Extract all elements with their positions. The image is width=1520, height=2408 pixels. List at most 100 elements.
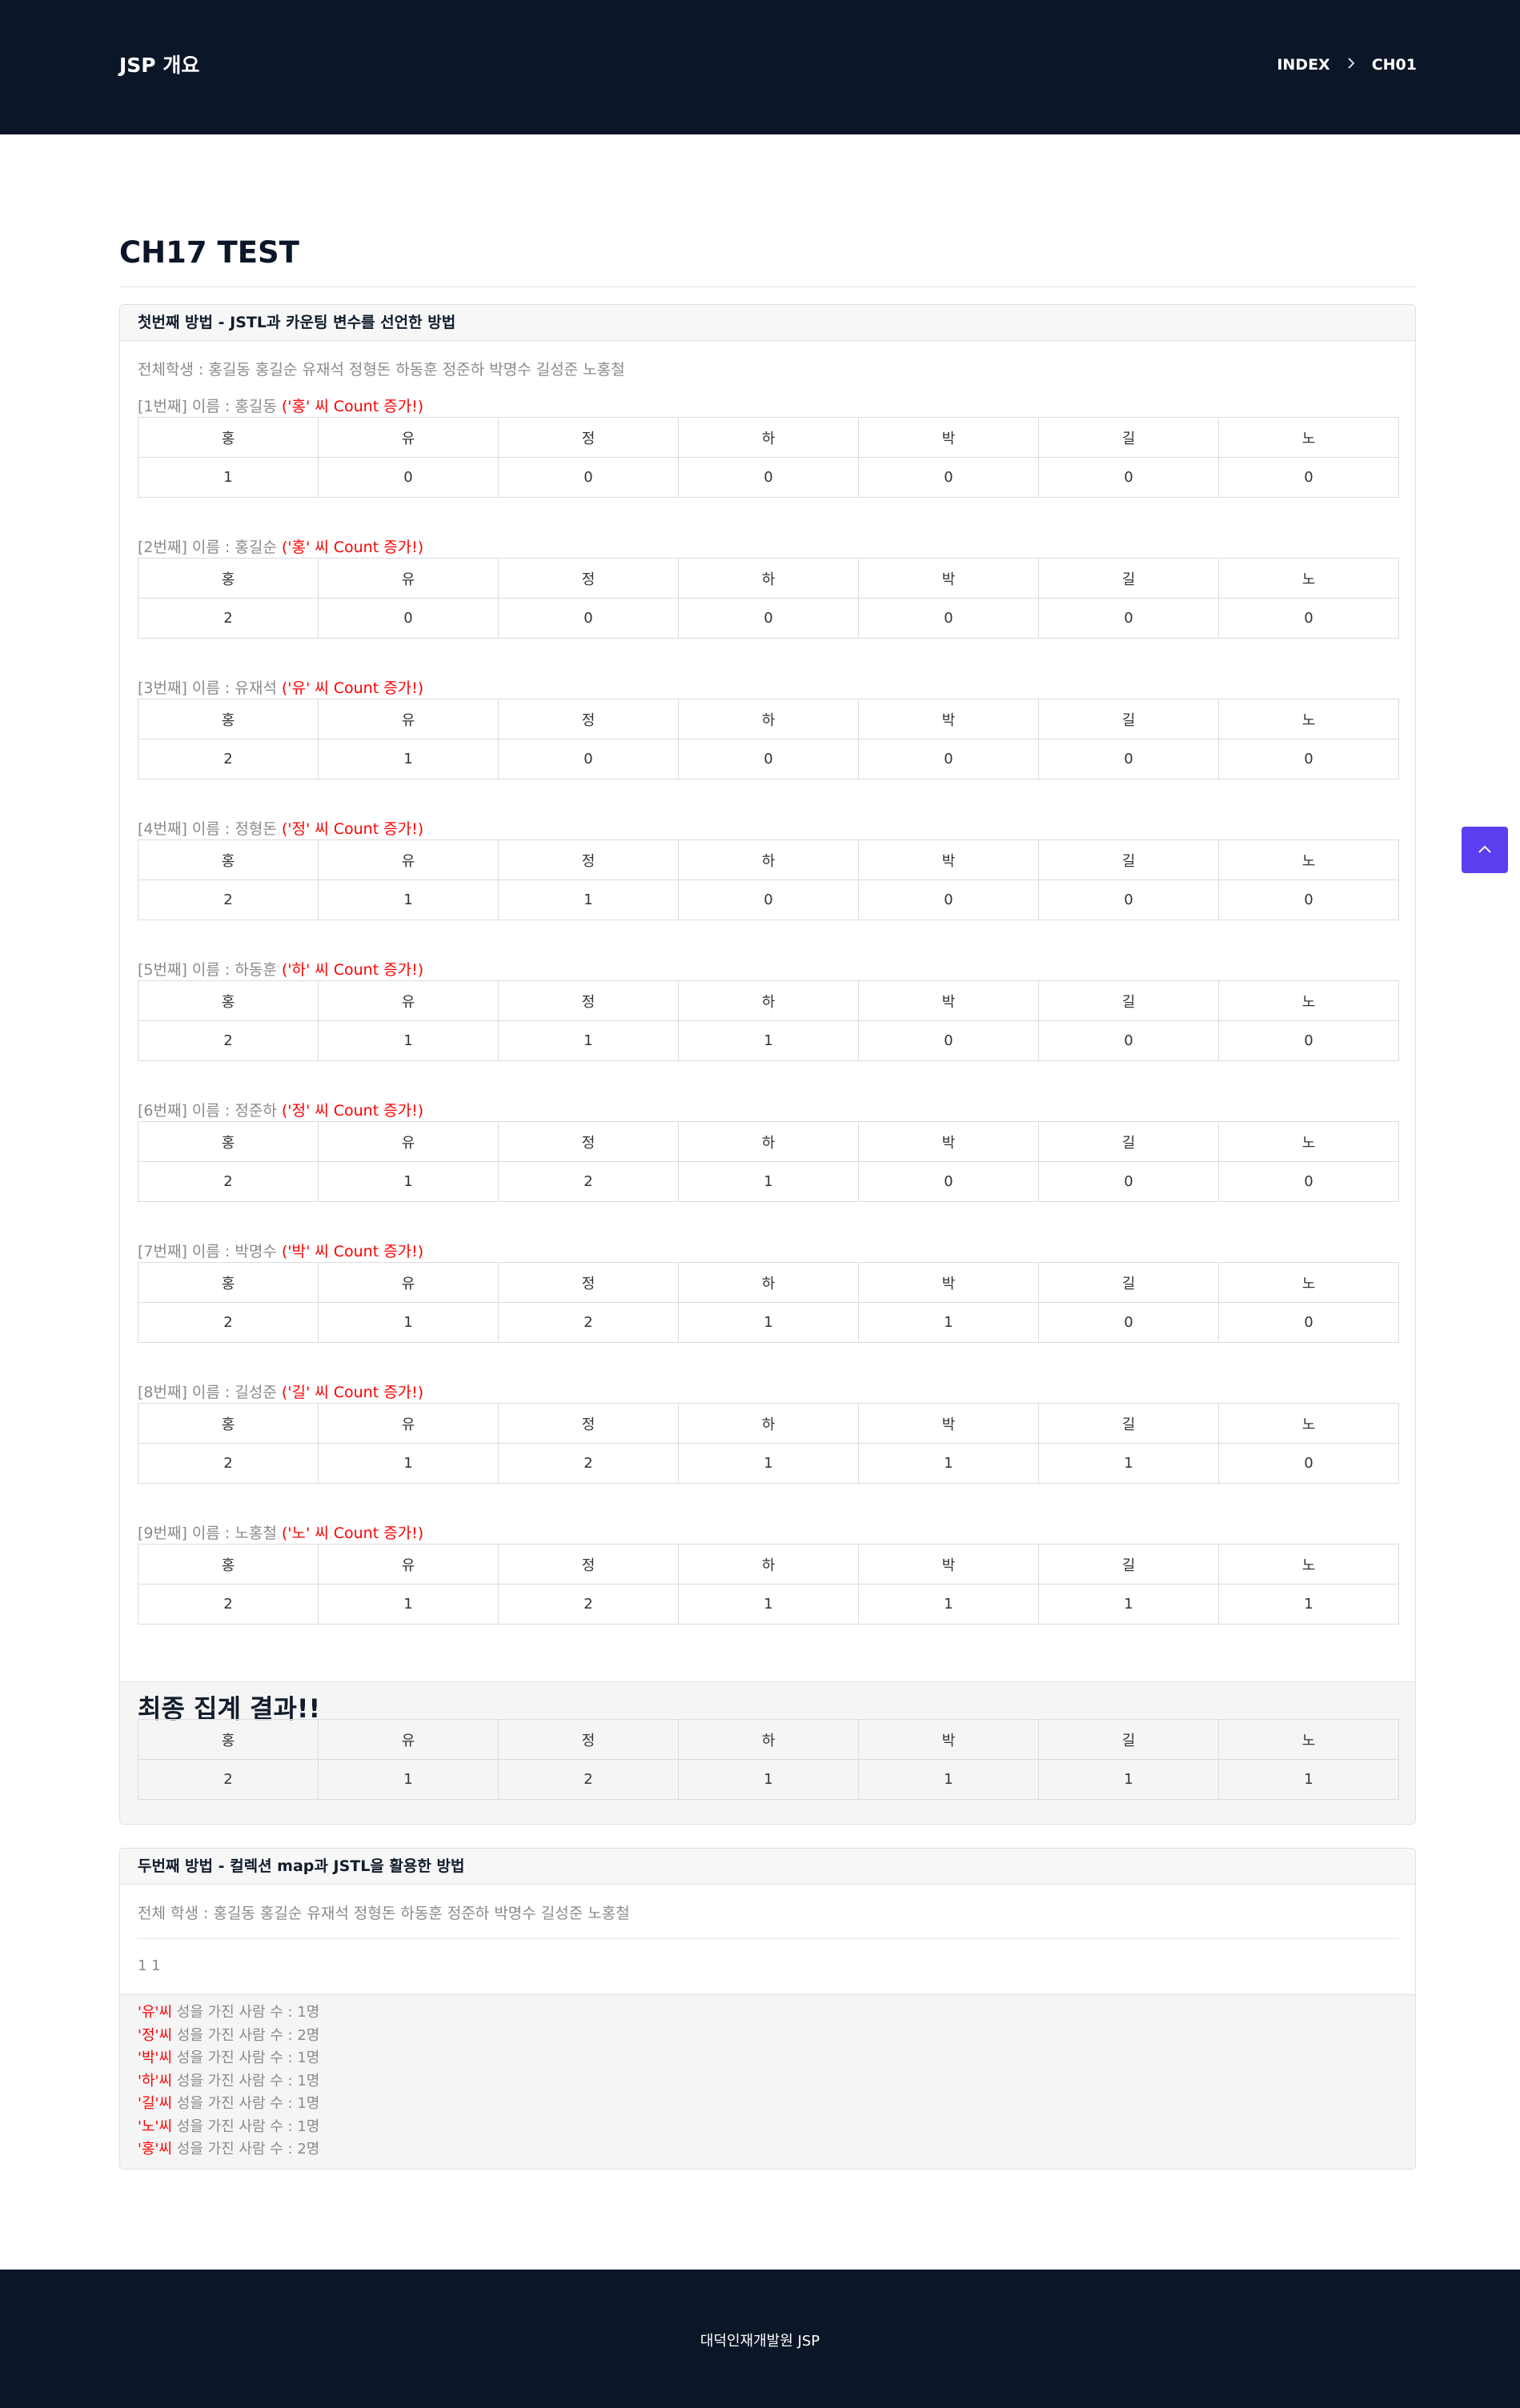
- column-header: 유: [318, 1544, 499, 1585]
- count-cell: 2: [138, 739, 319, 779]
- column-header: 길: [1038, 1719, 1219, 1760]
- method-one-card: 첫번째 방법 - JSTL과 카운팅 변수를 선언한 방법 전체학생 : 홍길동…: [119, 304, 1416, 1825]
- column-header: 유: [318, 417, 499, 458]
- step-label: [8번째] 이름 : 길성준 ('길' 씨 Count 증가!): [138, 1382, 1399, 1403]
- scroll-top-button[interactable]: [1462, 827, 1508, 873]
- count-cell: 1: [318, 739, 499, 779]
- count-table: 홍유정하박길노2121000: [138, 1121, 1399, 1202]
- step-label: [6번째] 이름 : 정준하 ('정' 씨 Count 증가!): [138, 1100, 1399, 1121]
- count-cell: 0: [858, 1161, 1039, 1202]
- count-cell: 0: [1218, 1020, 1399, 1061]
- list-item: '길'씨 성을 가진 사람 수 : 1명: [138, 2093, 1399, 2116]
- column-header: 유: [318, 1403, 499, 1444]
- step-label: [4번째] 이름 : 정형돈 ('정' 씨 Count 증가!): [138, 819, 1399, 839]
- table-header-row: 홍유정하박길노: [138, 1544, 1399, 1585]
- step-name: [6번째] 이름 : 정준하: [138, 1102, 277, 1120]
- step-name: [5번째] 이름 : 하동훈: [138, 961, 277, 979]
- table-row: 2121100: [138, 1302, 1399, 1343]
- count-cell: 0: [858, 598, 1039, 639]
- column-header: 길: [1038, 1262, 1219, 1303]
- count-cell: 1: [1218, 1759, 1399, 1800]
- column-header: 길: [1038, 1544, 1219, 1585]
- step-label: [9번째] 이름 : 노홍철 ('노' 씨 Count 증가!): [138, 1523, 1399, 1544]
- count-cell: 1: [318, 1161, 499, 1202]
- count-table: 홍유정하박길노2111000: [138, 980, 1399, 1061]
- divider: [138, 1938, 1399, 1939]
- count-cell: 0: [1218, 598, 1399, 639]
- count-cell: 1: [678, 1759, 859, 1800]
- column-header: 정: [498, 699, 679, 739]
- count-table: 홍유정하박길노2121100: [138, 1262, 1399, 1343]
- count-step: [7번째] 이름 : 박명수 ('박' 씨 Count 증가!) 홍 유 정 하 박 길 노 2…: [138, 1241, 1399, 1343]
- column-header: 박: [858, 839, 1039, 880]
- table-header-row: 홍유정하박길노: [138, 1403, 1399, 1444]
- breadcrumb-index[interactable]: INDEX: [1277, 56, 1329, 74]
- step-name: [9번째] 이름 : 노홍철: [138, 1525, 277, 1542]
- column-header: 길: [1038, 1121, 1219, 1162]
- column-header: 하: [678, 558, 859, 599]
- column-header: 하: [678, 1544, 859, 1585]
- count-cell: 1: [138, 457, 319, 498]
- table-row: 2111000: [138, 1020, 1399, 1061]
- site-brand[interactable]: JSP 개요: [119, 50, 199, 78]
- count-cell: 1: [498, 1020, 679, 1061]
- count-cell: 1: [318, 1759, 499, 1800]
- column-header: 길: [1038, 699, 1219, 739]
- surname-count: 성을 가진 사람 수 : 1명: [172, 2118, 320, 2135]
- step-note: ('노' 씨 Count 증가!): [281, 1525, 424, 1542]
- list-item: '정'씨 성을 가진 사람 수 : 2명: [138, 2025, 1399, 2048]
- step-label: [7번째] 이름 : 박명수 ('박' 씨 Count 증가!): [138, 1241, 1399, 1262]
- count-cell: 2: [138, 1443, 319, 1484]
- step-label: [3번째] 이름 : 유재석 ('유' 씨 Count 증가!): [138, 678, 1399, 699]
- count-cell: 1: [318, 1302, 499, 1343]
- column-header: 노: [1218, 1403, 1399, 1444]
- column-header: 하: [678, 1262, 859, 1303]
- count-cell: 1: [1038, 1759, 1219, 1800]
- site-footer: 대덕인재개발원 JSP: [0, 2270, 1520, 2408]
- surname-count: 성을 가진 사람 수 : 1명: [172, 2004, 320, 2021]
- count-cell: 2: [498, 1302, 679, 1343]
- count-cell: 1: [498, 879, 679, 920]
- breadcrumb-current: CH01: [1371, 55, 1417, 74]
- surname: '홍'씨: [138, 2141, 173, 2158]
- step-note: ('홍' 씨 Count 증가!): [281, 398, 424, 415]
- count-cell: 1: [318, 1443, 499, 1484]
- step-name: [7번째] 이름 : 박명수: [138, 1243, 277, 1260]
- column-header: 박: [858, 1719, 1039, 1760]
- column-header: 길: [1038, 1403, 1219, 1444]
- count-step: [8번째] 이름 : 길성준 ('길' 씨 Count 증가!) 홍 유 정 하 박 길 노 2…: [138, 1382, 1399, 1484]
- count-cell: 0: [858, 1020, 1039, 1061]
- count-cell: 1: [858, 1584, 1039, 1625]
- step-note: ('유' 씨 Count 증가!): [281, 679, 424, 697]
- column-header: 홍: [138, 839, 319, 880]
- count-cell: 1: [318, 879, 499, 920]
- column-header: 유: [318, 558, 499, 599]
- final-result-area: 최종 집계 결과!! 홍유정하박길노 2121111: [120, 1681, 1415, 1824]
- count-cell: 0: [318, 457, 499, 498]
- column-header: 유: [318, 699, 499, 739]
- count-step: [4번째] 이름 : 정형돈 ('정' 씨 Count 증가!) 홍 유 정 하 박 길 노 2…: [138, 819, 1399, 920]
- column-header: 홍: [138, 699, 319, 739]
- column-header: 길: [1038, 558, 1219, 599]
- column-header: 박: [858, 1544, 1039, 1585]
- count-cell: 0: [858, 457, 1039, 498]
- table-header-row: 홍유정하박길노: [138, 1262, 1399, 1303]
- column-header: 홍: [138, 1121, 319, 1162]
- count-cell: 0: [498, 739, 679, 779]
- column-header: 노: [1218, 1544, 1399, 1585]
- column-header: 길: [1038, 980, 1219, 1021]
- student-list: 전체 학생 : 홍길동 홍길순 유재석 정형돈 하동훈 정준하 박명수 길성준 …: [138, 1905, 630, 1922]
- count-cell: 2: [498, 1584, 679, 1625]
- column-header: 하: [678, 1403, 859, 1444]
- step-note: ('박' 씨 Count 증가!): [281, 1243, 424, 1260]
- column-header: 홍: [138, 1719, 319, 1760]
- count-cell: 0: [678, 879, 859, 920]
- count-cell: 1: [1218, 1584, 1399, 1625]
- column-header: 정: [498, 1262, 679, 1303]
- count-cell: 0: [1218, 1161, 1399, 1202]
- count-cell: 0: [858, 879, 1039, 920]
- count-cell: 0: [1038, 457, 1219, 498]
- chevron-right-icon: [1346, 54, 1356, 74]
- column-header: 정: [498, 839, 679, 880]
- column-header: 정: [498, 417, 679, 458]
